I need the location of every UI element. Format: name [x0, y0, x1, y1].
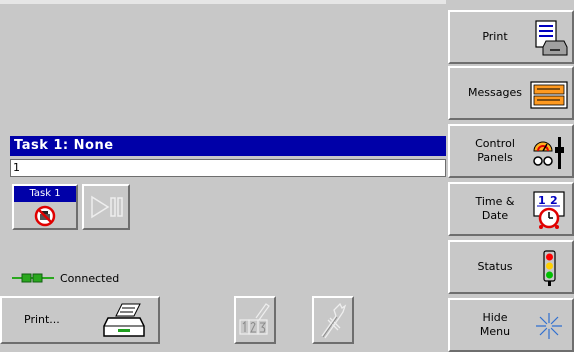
- play-pause-button[interactable]: [82, 184, 130, 230]
- time-date-menu-button[interactable]: Time & Date 1 2: [448, 182, 574, 236]
- task-input-field[interactable]: 1: [10, 159, 446, 177]
- play-pause-icon: [91, 195, 123, 219]
- print-menu-label: Print: [482, 30, 508, 43]
- numbering-button[interactable]: [234, 296, 276, 344]
- control-panels-icon: [533, 137, 564, 169]
- wrench-icon: [321, 302, 347, 339]
- control-panels-menu-label: Control Panels: [475, 137, 515, 164]
- messages-icon: [530, 81, 568, 109]
- status-menu-label: Status: [477, 260, 513, 273]
- printer-icon: [103, 303, 145, 337]
- tools-button[interactable]: [312, 296, 354, 344]
- task-title-bar: Task 1: None: [10, 136, 446, 156]
- time-date-menu-label: Time & Date: [475, 195, 515, 222]
- messages-menu-label: Messages: [468, 86, 522, 99]
- print-menu-button[interactable]: Print: [448, 10, 574, 64]
- top-edge: [0, 0, 446, 4]
- status-menu-button[interactable]: Status: [448, 240, 574, 294]
- numbering-icon: [239, 303, 270, 335]
- task-1-tile[interactable]: Task 1: [12, 184, 78, 230]
- printer-document-icon: [535, 20, 568, 56]
- sparkle-icon: [536, 313, 562, 339]
- hide-menu-label: Hide Menu: [479, 311, 511, 338]
- connection-status: Connected: [12, 270, 119, 286]
- connected-plug-icon: [12, 273, 54, 283]
- messages-menu-button[interactable]: Messages: [448, 66, 574, 120]
- print-dialog-button[interactable]: Print...: [0, 296, 160, 344]
- task-tile-label: Task 1: [14, 186, 76, 202]
- svg-text:1: 1: [538, 194, 546, 207]
- traffic-light-icon: [543, 250, 556, 286]
- clock-calendar-icon: 1 2: [533, 191, 565, 229]
- svg-text:2: 2: [550, 194, 558, 207]
- no-print-icon: [34, 205, 56, 227]
- print-dialog-label: Print...: [24, 313, 60, 326]
- connection-label: Connected: [60, 271, 120, 285]
- control-panels-menu-button[interactable]: Control Panels: [448, 124, 574, 178]
